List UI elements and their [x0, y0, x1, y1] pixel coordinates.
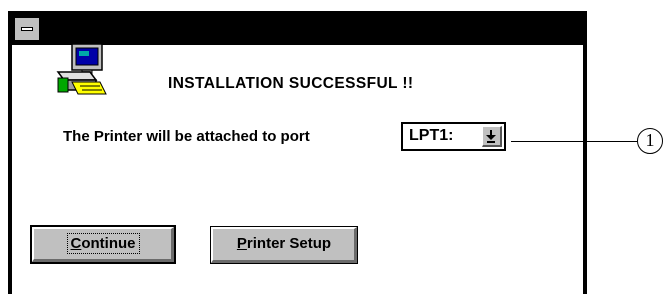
port-select-value: LPT1:	[409, 127, 454, 144]
callout-leader-line	[511, 141, 637, 142]
title-bar	[12, 15, 583, 45]
computer-printer-icon	[56, 43, 107, 95]
port-select[interactable]: LPT1:	[401, 122, 506, 151]
port-label: The Printer will be attached to port	[63, 128, 310, 145]
dropdown-arrow-icon[interactable]	[482, 126, 502, 147]
continue-button[interactable]: Continue	[30, 225, 176, 264]
system-menu-icon[interactable]	[14, 17, 40, 41]
success-message: INSTALLATION SUCCESSFUL !!	[168, 75, 414, 92]
printer-setup-button[interactable]: Printer Setup	[210, 226, 358, 264]
callout-number: 1	[637, 128, 663, 154]
down-arrow-icon	[486, 130, 496, 143]
